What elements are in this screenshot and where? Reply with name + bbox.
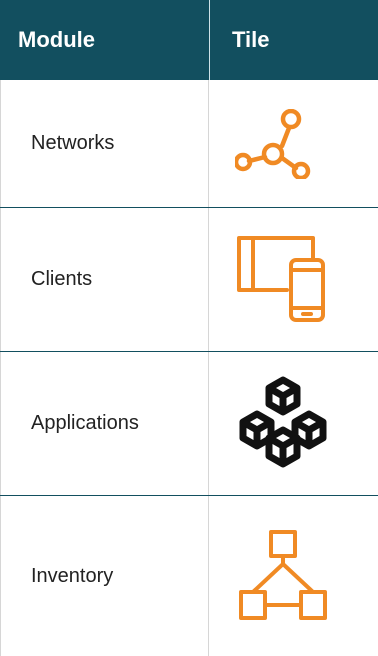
module-name: Networks: [0, 80, 209, 207]
hierarchy-icon: [235, 528, 331, 624]
table-row: Networks: [0, 80, 378, 207]
module-name: Applications: [0, 352, 209, 495]
tile-cell: [209, 352, 378, 495]
table-header: Module Tile: [0, 0, 378, 80]
header-tile: Tile: [209, 0, 378, 80]
network-nodes-icon: [235, 108, 317, 179]
tile-cell: [209, 80, 378, 207]
header-module: Module: [18, 27, 95, 52]
cubes-icon: [235, 376, 331, 472]
table-row: Applications: [0, 351, 378, 495]
module-name: Clients: [0, 208, 209, 351]
tile-cell: [209, 496, 378, 656]
table-row: Inventory: [0, 495, 378, 656]
devices-icon: [235, 232, 329, 328]
table-row: Clients: [0, 207, 378, 351]
tile-cell: [209, 208, 378, 351]
modules-table: Module Tile Networks Clients Application…: [0, 0, 378, 656]
module-name: Inventory: [0, 496, 209, 656]
